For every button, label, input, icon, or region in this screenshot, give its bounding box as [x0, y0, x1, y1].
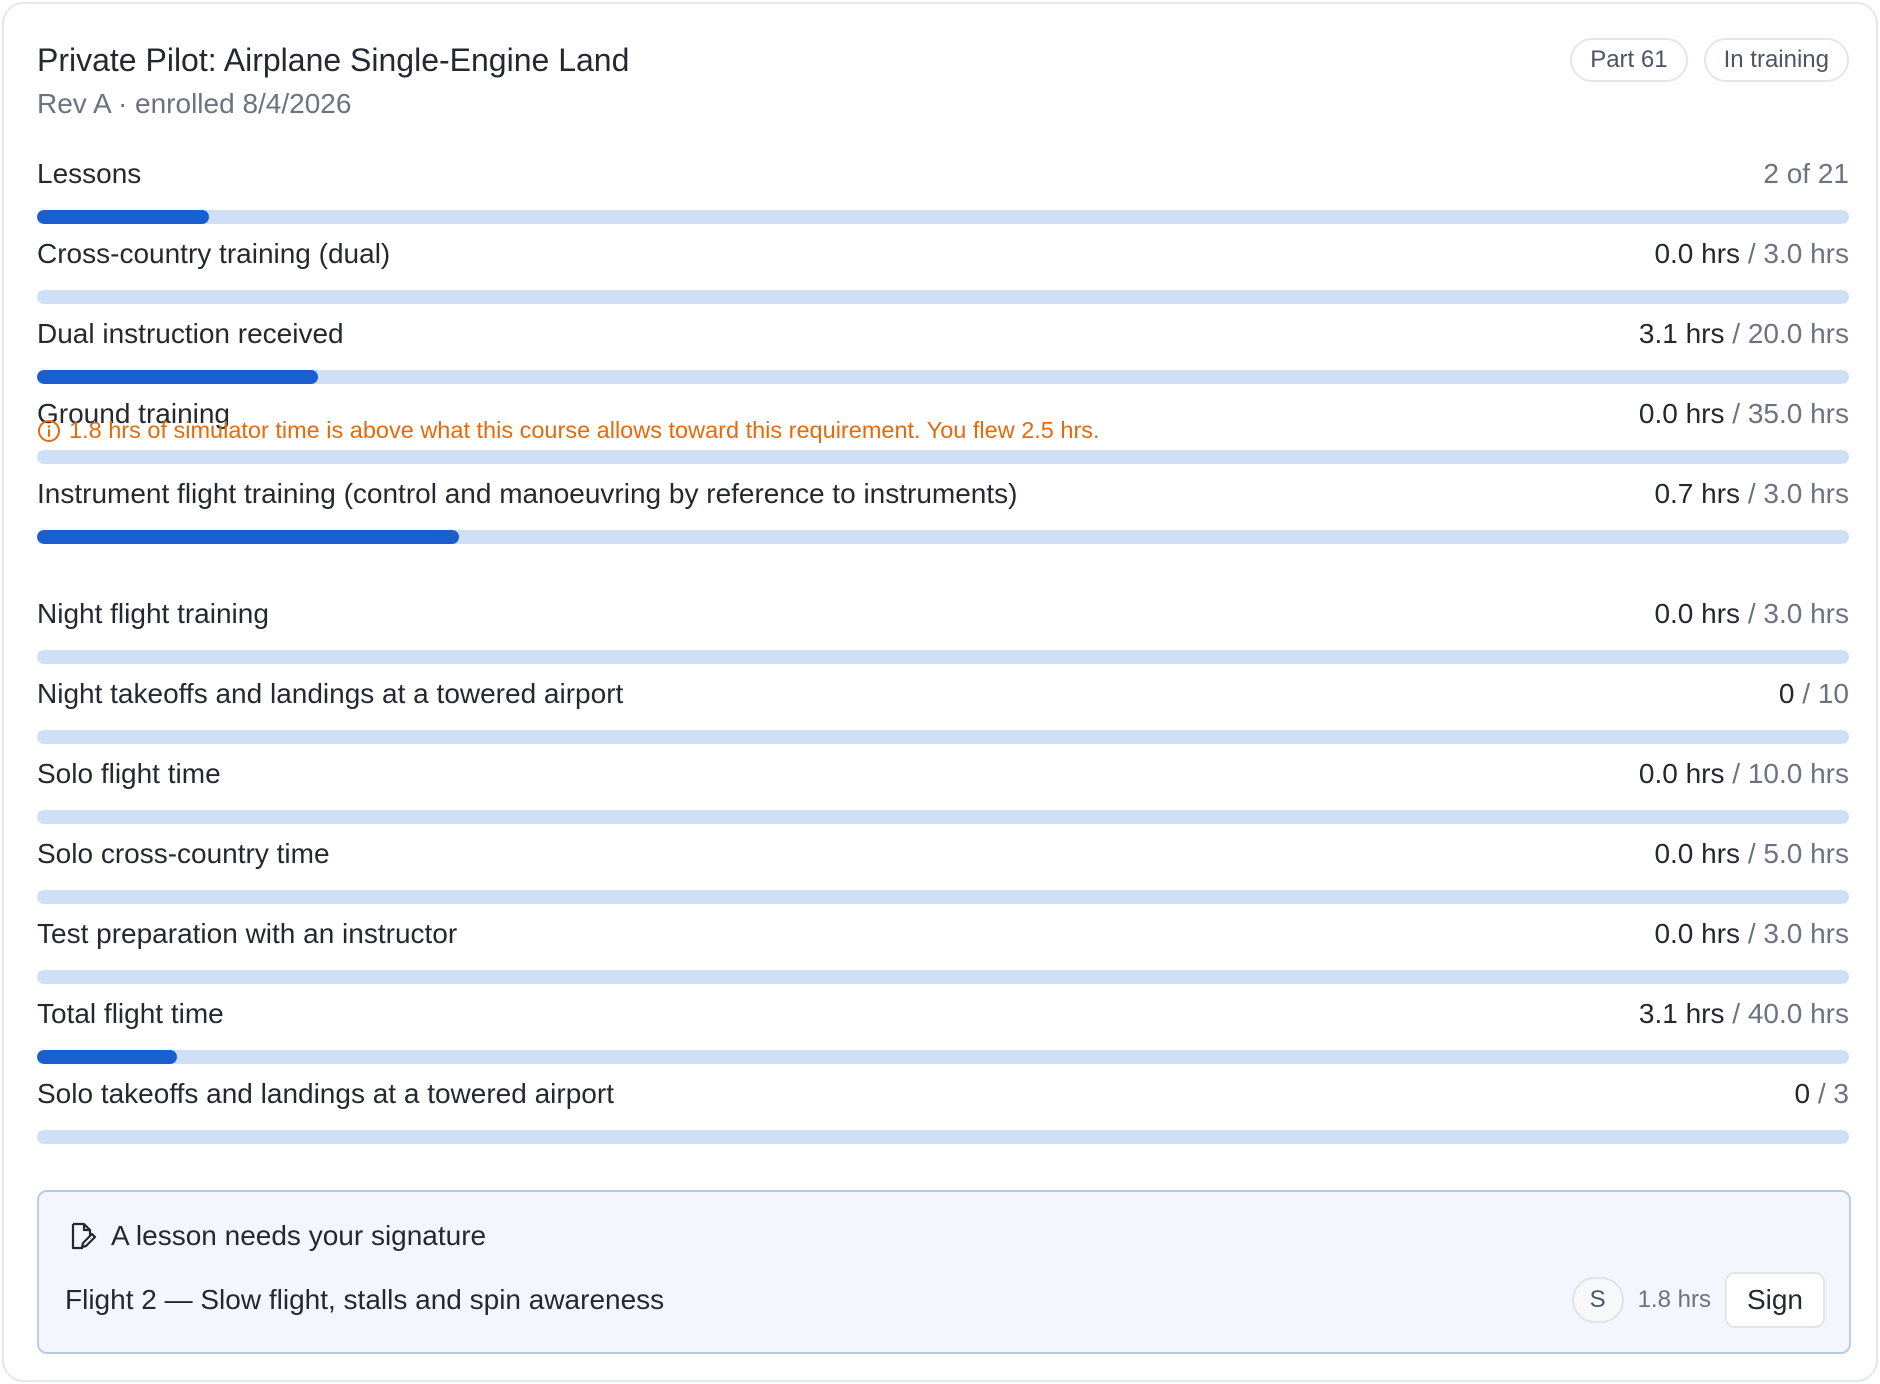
student-avatar: S	[1571, 1277, 1624, 1323]
requirement-progress-bar	[37, 530, 1849, 544]
requirement-value: 0.0 hrs / 3.0 hrs	[1654, 918, 1849, 949]
requirement-label: Instrument flight training (control and …	[37, 478, 1018, 509]
requirement-progress-fill	[37, 530, 460, 544]
requirement-label: Solo flight time	[37, 758, 221, 789]
requirement-progress-bar	[37, 290, 1849, 304]
course-progress-card: Private Pilot: Airplane Single-Engine La…	[2, 2, 1878, 1382]
lessons-label: Lessons	[37, 158, 142, 189]
lessons-progress-bar	[37, 210, 1849, 224]
requirement-value: 0.0 hrs / 10.0 hrs	[1638, 758, 1849, 789]
requirement-value: 0.0 hrs / 35.0 hrs	[1638, 398, 1849, 429]
requirement-label: Total flight time	[37, 998, 224, 1029]
lessons-count: 2 of 21	[1763, 158, 1849, 189]
requirement-value: 0.0 hrs / 3.0 hrs	[1654, 598, 1849, 629]
requirement-row: Cross-country training (dual) 0.0 hrs / 3…	[37, 234, 1849, 314]
badge-group: Part 61 In training	[1570, 38, 1849, 82]
course-subtitle: Rev A · enrolled 8/4/2026	[37, 88, 352, 119]
requirement-progress-bar	[37, 1050, 1849, 1064]
requirement-label: Solo cross-country time	[37, 838, 330, 869]
signature-actions: S 1.8 hrs Sign	[1571, 1272, 1825, 1328]
requirement-label: Cross-country training (dual)	[37, 238, 391, 269]
requirement-progress-bar	[37, 1130, 1849, 1144]
requirement-progress-bar	[37, 650, 1849, 664]
requirement-progress-fill	[37, 1050, 178, 1064]
info-circle-icon	[38, 419, 60, 442]
requirement-value: 0.0 hrs / 5.0 hrs	[1654, 838, 1849, 869]
lessons-row: Lessons 2 of 21	[37, 154, 1849, 234]
requirement-progress-fill	[37, 370, 318, 384]
requirement-progress-bar	[37, 970, 1849, 984]
requirement-value: 3.1 hrs / 40.0 hrs	[1638, 998, 1849, 1029]
simulator-warning: 1.8 hrs of simulator time is above what …	[37, 417, 1100, 444]
requirement-row: Solo cross-country time 0.0 hrs / 5.0 hrs	[37, 834, 1849, 914]
requirement-progress-bar	[37, 730, 1849, 744]
requirement-row: Night flight training 0.0 hrs / 3.0 hrs	[37, 594, 1849, 674]
requirement-value: 0 / 10	[1778, 678, 1849, 709]
requirement-value: 0 / 3	[1794, 1078, 1850, 1109]
requirement-value: 3.1 hrs / 20.0 hrs	[1638, 318, 1849, 349]
requirement-value: 0.0 hrs / 3.0 hrs	[1654, 238, 1849, 269]
signature-panel: A lesson needs your signature Flight 2 —…	[37, 1190, 1851, 1354]
document-edit-icon	[71, 1222, 97, 1250]
part-badge: Part 61	[1570, 38, 1688, 82]
requirement-row: Instrument flight training (control and …	[37, 474, 1849, 554]
pending-lesson-name: Flight 2 — Slow flight, stalls and spin …	[65, 1284, 665, 1315]
requirement-value: 0.7 hrs / 3.0 hrs	[1654, 478, 1849, 509]
requirement-label: Test preparation with an instructor	[37, 918, 458, 949]
requirement-row: Night takeoffs and landings at a towered…	[37, 674, 1849, 754]
requirement-row: Test preparation with an instructor 0.0 h…	[37, 914, 1849, 994]
requirement-progress-bar	[37, 450, 1849, 464]
course-title: Private Pilot: Airplane Single-Engine La…	[37, 42, 630, 78]
requirement-progress-bar	[37, 810, 1849, 824]
requirement-row: Solo flight time 0.0 hrs / 10.0 hrs	[37, 754, 1849, 834]
requirement-progress-bar	[37, 370, 1849, 384]
requirement-row: Solo takeoffs and landings at a towered …	[37, 1074, 1849, 1154]
signature-header: A lesson needs your signature	[65, 1220, 486, 1252]
requirement-label: Solo takeoffs and landings at a towered …	[37, 1078, 614, 1109]
signature-title: A lesson needs your signature	[111, 1220, 487, 1251]
sign-button[interactable]: Sign	[1724, 1272, 1825, 1328]
requirement-row: Total flight time 3.1 hrs / 40.0 hrs	[37, 994, 1849, 1074]
requirement-label: Dual instruction received	[37, 318, 344, 349]
status-badge: In training	[1703, 38, 1849, 82]
requirement-row: Dual instruction received 3.1 hrs / 20.0 …	[37, 314, 1849, 394]
course-header: Private Pilot: Airplane Single-Engine La…	[37, 38, 1849, 132]
warning-text: 1.8 hrs of simulator time is above what …	[69, 417, 1100, 443]
requirement-label: Night takeoffs and landings at a towered…	[37, 678, 624, 709]
requirement-label: Night flight training	[37, 598, 269, 629]
lesson-hours: 1.8 hrs	[1637, 1286, 1711, 1313]
lessons-progress-fill	[37, 210, 210, 224]
requirement-progress-bar	[37, 890, 1849, 904]
